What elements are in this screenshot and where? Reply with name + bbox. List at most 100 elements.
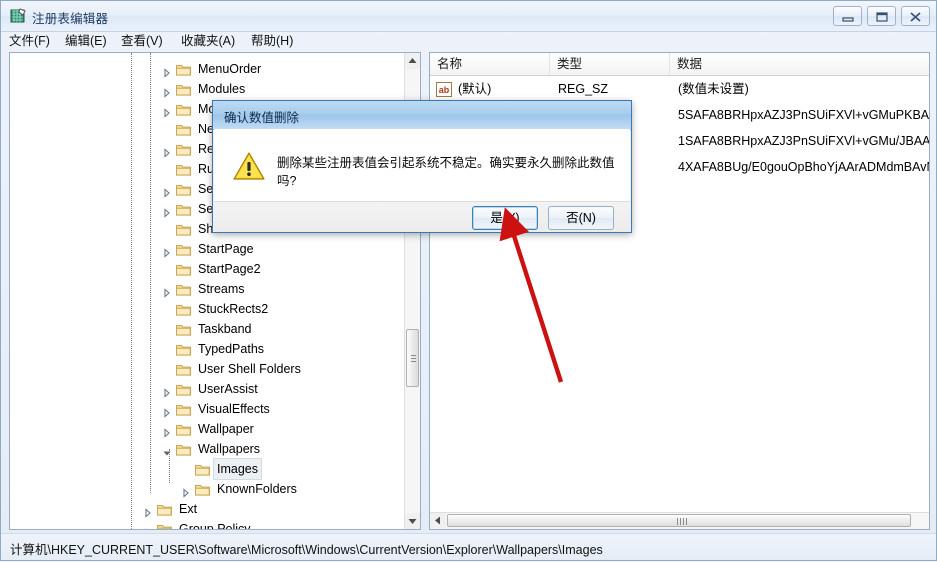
- menu-bar: 文件(F) 编辑(E) 查看(V) 收藏夹(A) 帮助(H): [1, 31, 936, 51]
- chevron-right-icon[interactable]: [162, 184, 172, 198]
- tree-node-label: KnownFolders: [217, 482, 297, 496]
- folder-icon: [176, 262, 191, 276]
- folder-icon: [195, 482, 210, 496]
- chevron-right-icon[interactable]: [162, 204, 172, 218]
- tree-node-label: Streams: [198, 282, 245, 296]
- string-value-icon: ab: [436, 82, 452, 97]
- folder-icon: [176, 102, 191, 116]
- scroll-down-icon[interactable]: [405, 513, 420, 529]
- tree-node-label: Taskband: [198, 322, 252, 336]
- tree-node-label: Group Policy: [179, 522, 251, 529]
- chevron-right-icon[interactable]: [162, 384, 172, 398]
- value-type: REG_SZ: [558, 82, 609, 96]
- folder-icon: [176, 202, 191, 216]
- vertical-scroll-thumb[interactable]: [406, 329, 419, 387]
- tree-node-label: StartPage2: [198, 262, 261, 276]
- maximize-button[interactable]: [867, 6, 896, 26]
- value-data: 5SAFA8BRHpxAZJ3PnSUiFXVl+vGMuPKBAAg: [678, 108, 930, 122]
- folder-icon: [176, 122, 191, 136]
- chevron-right-icon[interactable]: [162, 104, 172, 118]
- yes-button[interactable]: 是(Y): [472, 206, 538, 230]
- dialog-message: 删除某些注册表值会引起系统不稳定。确实要永久删除此数值吗?: [277, 156, 615, 188]
- dialog-body: 删除某些注册表值会引起系统不稳定。确实要永久删除此数值吗?: [214, 129, 630, 202]
- folder-icon: [176, 402, 191, 416]
- list-header: 名称 类型 数据: [430, 53, 929, 76]
- folder-icon: [157, 522, 172, 529]
- tree-node-label: UserAssist: [198, 382, 258, 396]
- window-title: 注册表编辑器: [32, 12, 109, 26]
- tree-node-label: Wallpaper: [198, 422, 254, 436]
- folder-icon: [176, 322, 191, 336]
- folder-icon: [176, 242, 191, 256]
- folder-icon: [176, 222, 191, 236]
- horizontal-scroll-thumb[interactable]: [447, 514, 911, 527]
- chevron-right-icon[interactable]: [162, 284, 172, 298]
- menu-file[interactable]: 文件(F): [3, 33, 56, 50]
- folder-icon: [176, 382, 191, 396]
- status-bar: 计算机\HKEY_CURRENT_USER\Software\Microsoft…: [1, 533, 936, 560]
- folder-icon: [176, 422, 191, 436]
- folder-icon: [176, 442, 191, 456]
- menu-favorites[interactable]: 收藏夹(A): [175, 33, 241, 50]
- chevron-right-icon[interactable]: [143, 524, 153, 529]
- scroll-up-icon[interactable]: [405, 53, 420, 69]
- dialog-title: 确认数值删除: [224, 111, 300, 125]
- svg-text:ab: ab: [439, 85, 450, 95]
- tree-guide-line: [131, 53, 133, 529]
- tree-guide-line: [150, 53, 152, 493]
- chevron-right-icon[interactable]: [143, 504, 153, 518]
- value-data: 4XAFA8BUg/E0gouOpBhoYjAArADMdmBAvN: [678, 160, 930, 174]
- chevron-down-icon[interactable]: [162, 444, 172, 456]
- folder-icon: [157, 502, 172, 516]
- confirm-delete-dialog: 确认数值删除 删除某些注册表值会引起系统不稳定。确实要永久删除此数值吗? 是(Y…: [212, 100, 632, 233]
- chevron-right-icon[interactable]: [162, 404, 172, 418]
- title-bar: 注册表编辑器: [1, 1, 936, 32]
- menu-view[interactable]: 查看(V): [115, 33, 169, 50]
- column-header-name[interactable]: 名称: [430, 53, 550, 75]
- menu-edit[interactable]: 编辑(E): [59, 33, 113, 50]
- folder-icon: [195, 462, 210, 476]
- folder-icon: [176, 142, 191, 156]
- folder-icon: [176, 82, 191, 96]
- tree-node-label: StartPage: [198, 242, 254, 256]
- tree-node-label: TypedPaths: [198, 342, 265, 356]
- warning-icon: [233, 151, 265, 181]
- column-header-type[interactable]: 类型: [550, 53, 670, 75]
- column-header-data[interactable]: 数据: [670, 53, 929, 75]
- chevron-right-icon[interactable]: [162, 84, 172, 98]
- folder-icon: [176, 182, 191, 196]
- list-horizontal-scrollbar[interactable]: [430, 512, 929, 529]
- tree-node-label: Modules: [198, 82, 246, 96]
- value-name: (默认): [458, 82, 492, 96]
- minimize-button[interactable]: [833, 6, 862, 26]
- chevron-right-icon[interactable]: [162, 244, 172, 258]
- close-button[interactable]: [901, 6, 930, 26]
- tree-node-label: Images: [213, 458, 262, 480]
- value-data: 1SAFA8BRHpxAZJ3PnSUiFXVl+vGMu/JBAAgC: [678, 134, 930, 148]
- chevron-right-icon[interactable]: [181, 484, 191, 498]
- tree-node-label: User Shell Folders: [198, 362, 301, 376]
- scroll-left-icon[interactable]: [430, 513, 446, 528]
- tree-node-label: VisualEffects: [198, 402, 270, 416]
- registry-editor-window: 注册表编辑器 文件(F) 编辑(E) 查看(V) 收藏夹(A) 帮助(H) Me…: [0, 0, 937, 561]
- no-button[interactable]: 否(N): [548, 206, 614, 230]
- folder-icon: [176, 302, 191, 316]
- dialog-footer: 是(Y) 否(N): [214, 202, 630, 232]
- folder-icon: [176, 62, 191, 76]
- tree-node-label: MenuOrder: [198, 62, 262, 76]
- registry-path: 计算机\HKEY_CURRENT_USER\Software\Microsoft…: [10, 543, 603, 557]
- chevron-right-icon[interactable]: [162, 144, 172, 158]
- tree-node-label: StuckRects2: [198, 302, 269, 316]
- folder-icon: [176, 342, 191, 356]
- registry-editor-icon: [9, 7, 27, 25]
- menu-help[interactable]: 帮助(H): [245, 33, 299, 50]
- dialog-title-bar: 确认数值删除: [213, 101, 631, 130]
- value-data: (数值未设置): [678, 82, 749, 96]
- chevron-right-icon[interactable]: [162, 64, 172, 78]
- chevron-right-icon[interactable]: [162, 424, 172, 438]
- tree-node-label: Ext: [179, 502, 198, 516]
- table-row[interactable]: ab (默认) REG_SZ (数值未设置): [430, 79, 929, 100]
- folder-icon: [176, 162, 191, 176]
- folder-icon: [176, 282, 191, 296]
- tree-node-label: Wallpapers: [198, 442, 261, 456]
